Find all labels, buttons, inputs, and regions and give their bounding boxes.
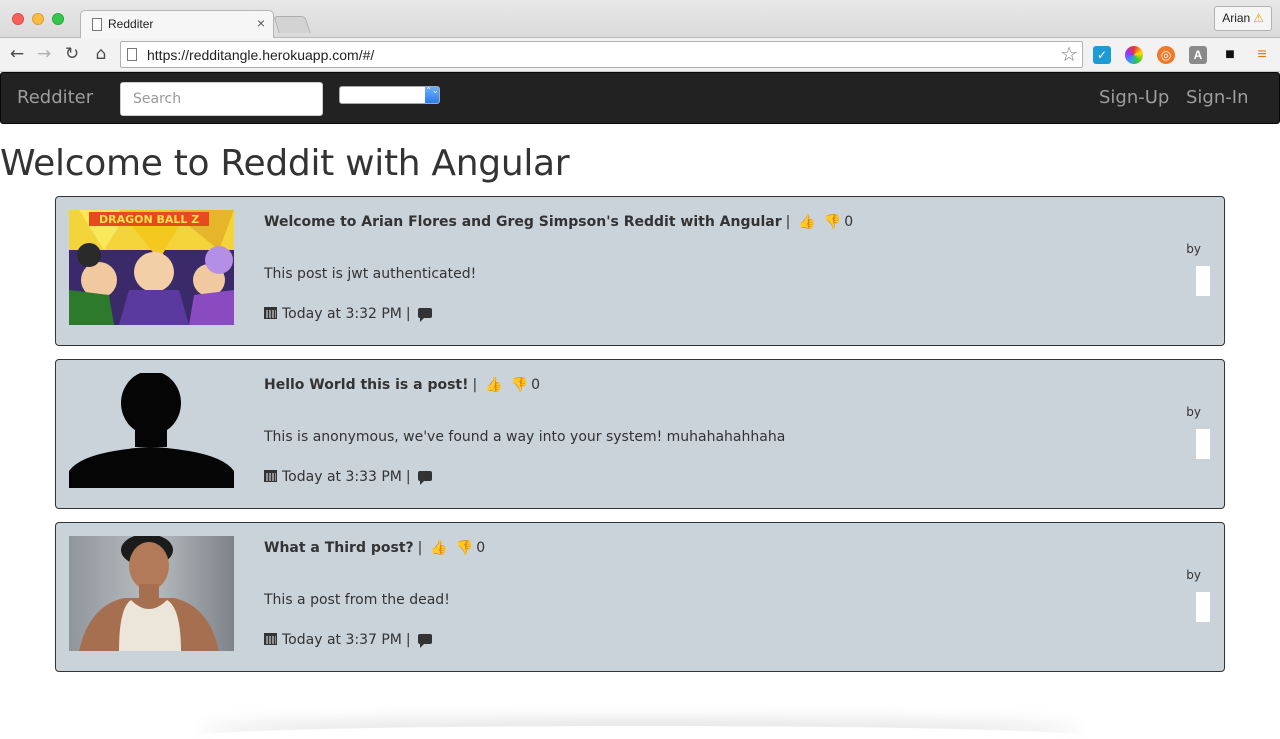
post-meta: Today at 3:37 PM | [264, 632, 432, 648]
sign-in-link[interactable]: Sign-In [1186, 87, 1248, 108]
thumbs-down-icon[interactable]: 👎 [824, 214, 841, 230]
separator: | [405, 469, 411, 485]
post-time: Today at 3:33 PM [282, 469, 402, 485]
filter-select[interactable]: ⌃⌄ [339, 86, 440, 104]
minimize-window-button[interactable] [32, 13, 44, 25]
author-label: by [1186, 405, 1201, 419]
warning-icon: ⚠ [1253, 11, 1264, 25]
comment-icon[interactable] [417, 471, 432, 485]
tab-title: Redditer [108, 17, 154, 31]
select-arrows-icon: ⌃⌄ [425, 87, 439, 103]
close-window-button[interactable] [12, 13, 24, 25]
comment-icon[interactable] [417, 634, 432, 648]
post-meta: Today at 3:32 PM | [264, 306, 432, 322]
reload-icon[interactable]: ↻ [61, 43, 83, 65]
maximize-window-button[interactable] [52, 13, 64, 25]
person-photo-image [69, 536, 234, 651]
post-header: Hello World this is a post! | 👍 👎 0 [264, 377, 540, 393]
home-icon[interactable]: ⌂ [90, 43, 112, 65]
lifebuoy-extension-icon[interactable]: ◎ [1157, 46, 1175, 64]
post-title[interactable]: Hello World this is a post! [264, 377, 469, 393]
camera-extension-icon[interactable]: ■ [1221, 46, 1239, 64]
calendar-icon [264, 470, 277, 482]
footer-shadow [200, 726, 1080, 739]
separator: | [417, 540, 423, 556]
silhouette-image [69, 373, 234, 488]
tab-close-icon[interactable]: × [257, 16, 265, 30]
calendar-icon [264, 633, 277, 645]
author-avatar [1196, 266, 1210, 296]
author-avatar [1196, 592, 1210, 622]
thumbs-up-icon[interactable]: 👍 [430, 540, 447, 556]
forward-arrow-icon[interactable]: → [33, 43, 55, 65]
address-bar[interactable]: https://redditangle.herokuapp.com/#/ ☆ [120, 41, 1083, 68]
browser-toolbar: ← → ↻ ⌂ https://redditangle.herokuapp.co… [0, 38, 1280, 72]
menu-icon[interactable]: ≡ [1253, 46, 1271, 64]
profile-name: Arian [1222, 11, 1251, 25]
post-card: What a Third post? | 👍 👎 0 This a post from … [55, 522, 1225, 672]
dragon-ball-z-image: DRAGON BALL Z [69, 210, 234, 325]
calendar-icon [264, 307, 277, 319]
separator: | [785, 214, 791, 230]
color-wheel-extension-icon[interactable] [1125, 46, 1143, 64]
post-body: This a post from the dead! [264, 592, 450, 608]
browser-tab-bar: Redditer × Arian ⚠ [0, 0, 1280, 39]
back-arrow-icon[interactable]: ← [6, 43, 28, 65]
post-title[interactable]: What a Third post? [264, 540, 414, 556]
bookmark-star-icon[interactable]: ☆ [1060, 43, 1078, 65]
checkmark-extension-icon[interactable]: ✓ [1093, 46, 1111, 64]
page-icon [127, 48, 137, 61]
url-text[interactable]: https://redditangle.herokuapp.com/#/ [147, 47, 374, 63]
sign-up-link[interactable]: Sign-Up [1099, 87, 1169, 108]
post-time: Today at 3:32 PM [282, 306, 402, 322]
vote-score: 0 [531, 377, 541, 393]
browser-tab[interactable]: Redditer × [80, 10, 274, 39]
new-tab-button[interactable] [273, 16, 311, 33]
profile-button[interactable]: Arian ⚠ [1214, 6, 1272, 31]
brand-link[interactable]: Redditer [17, 87, 93, 108]
search-input[interactable] [120, 82, 323, 116]
author-label: by [1186, 242, 1201, 256]
separator: | [405, 632, 411, 648]
post-header: What a Third post? | 👍 👎 0 [264, 540, 485, 556]
app-navbar: Redditer ⌃⌄ Sign-Up Sign-In [0, 72, 1280, 124]
separator: | [472, 377, 478, 393]
post-body: This post is jwt authenticated! [264, 266, 477, 282]
page-title: Welcome to Reddit with Angular [0, 143, 570, 184]
thumbs-up-icon[interactable]: 👍 [798, 214, 815, 230]
author-avatar [1196, 429, 1210, 459]
post-card: Hello World this is a post! | 👍 👎 0 This is … [55, 359, 1225, 509]
font-extension-icon[interactable]: A [1189, 46, 1207, 64]
separator: | [405, 306, 411, 322]
post-body: This is anonymous, we've found a way int… [264, 429, 786, 445]
post-time: Today at 3:37 PM [282, 632, 402, 648]
author-label: by [1186, 568, 1201, 582]
comment-icon[interactable] [417, 308, 432, 322]
post-card: DRAGON BALL Z Welcome to Arian Flores an… [55, 196, 1225, 346]
thumbs-down-icon[interactable]: 👎 [456, 540, 473, 556]
post-header: Welcome to Arian Flores and Greg Simpson… [264, 214, 853, 230]
thumbs-up-icon[interactable]: 👍 [485, 377, 502, 393]
post-meta: Today at 3:33 PM | [264, 469, 432, 485]
post-title[interactable]: Welcome to Arian Flores and Greg Simpson… [264, 214, 782, 230]
vote-score: 0 [844, 214, 854, 230]
thumbs-down-icon[interactable]: 👎 [511, 377, 528, 393]
page-icon [92, 18, 102, 31]
svg-text:DRAGON BALL Z: DRAGON BALL Z [99, 213, 199, 226]
vote-score: 0 [476, 540, 486, 556]
